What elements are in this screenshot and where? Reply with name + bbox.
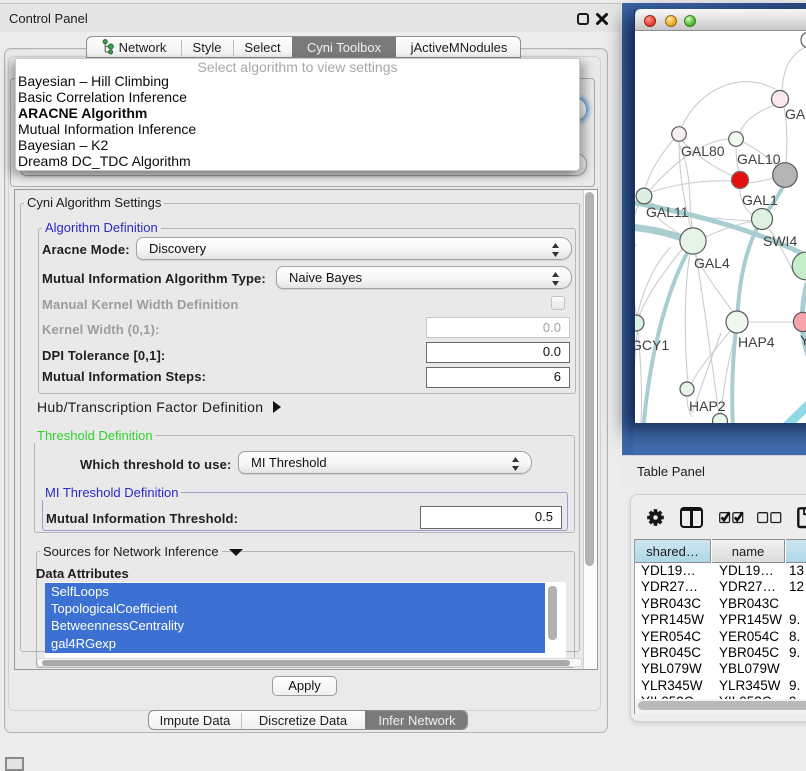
svg-text:GAL1: GAL1 — [742, 192, 778, 208]
svg-text:GAL2: GAL2 — [785, 106, 806, 122]
svg-text:GAL11: GAL11 — [646, 204, 689, 220]
svg-text:Y: Y — [800, 332, 806, 348]
svg-text:SWI4: SWI4 — [763, 233, 797, 249]
svg-text:HAP2: HAP2 — [689, 398, 726, 414]
svg-text:GCY1: GCY1 — [635, 337, 669, 353]
svg-text:HAP4: HAP4 — [738, 334, 775, 350]
svg-text:GAL4: GAL4 — [694, 255, 730, 271]
svg-text:GAL80: GAL80 — [681, 143, 725, 159]
svg-text:GAL10: GAL10 — [737, 151, 781, 167]
